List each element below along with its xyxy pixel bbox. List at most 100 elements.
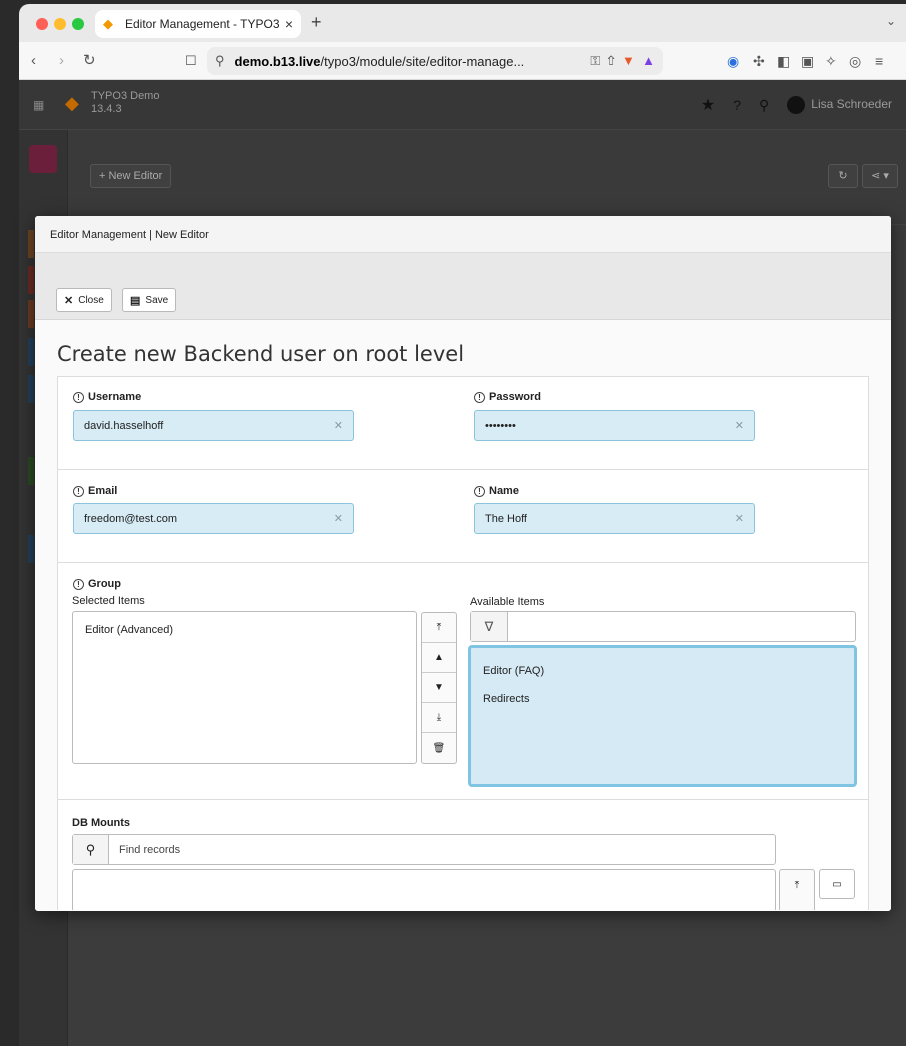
move-up-button[interactable]: ▲ (422, 643, 456, 673)
navigation-bar: ‹ › ↻ ☐ ⚲ demo.b13.live/typo3/module/sit… (19, 42, 906, 80)
list-item[interactable]: Editor (FAQ) (471, 657, 854, 685)
module-strip (28, 375, 34, 403)
available-items-label: Available Items (470, 596, 545, 608)
move-bottom-button[interactable]: ⤓ (422, 703, 456, 733)
db-mounts-label: DB Mounts (72, 817, 131, 829)
clear-icon[interactable]: ✕ (735, 419, 744, 432)
save-button[interactable]: ▤ Save (122, 288, 177, 312)
available-items-list[interactable]: Editor (FAQ) Redirects (468, 645, 857, 787)
search-icon: ⚲ (73, 835, 109, 864)
save-icon: ▤ (130, 294, 141, 307)
email-field[interactable]: freedom@test.com ✕ (73, 503, 354, 534)
maximize-window-button[interactable] (72, 18, 84, 30)
tab-title: Editor Management - TYPO3 | (125, 17, 279, 31)
back-icon[interactable]: ‹ (31, 52, 36, 70)
module-strip (28, 266, 34, 294)
new-editor-button[interactable]: + New Editor (90, 164, 172, 188)
username-field[interactable]: david.hasselhoff ✕ (73, 410, 354, 441)
selected-items-list[interactable]: Editor (Advanced) (72, 611, 417, 764)
share-button[interactable]: ⋖ ▾ (862, 164, 898, 188)
minimize-window-button[interactable] (54, 18, 66, 30)
email-label: ! Email (73, 485, 117, 497)
bookmark-star-icon[interactable]: ★ (701, 95, 715, 115)
modal-body: Create new Backend user on root level ! … (35, 320, 891, 910)
module-web-icon[interactable] (29, 145, 57, 173)
move-top-button[interactable]: ⤒ (422, 613, 456, 643)
required-icon: ! (474, 391, 485, 403)
username-label: ! Username (73, 391, 141, 403)
new-tab-icon[interactable]: + (311, 12, 322, 33)
close-window-button[interactable] (36, 18, 48, 30)
form-panel: ! Username david.hasselhoff ✕ ! Password… (57, 376, 869, 910)
module-strip (28, 230, 34, 258)
forward-icon[interactable]: › (59, 52, 64, 70)
tab-close-icon[interactable]: × (285, 16, 293, 32)
url-actions-icons[interactable]: ⚿ ⇧ ▼ ▲ (590, 53, 655, 69)
db-mounts-list[interactable] (72, 869, 776, 910)
bookmark-icon[interactable]: ☐ (185, 52, 197, 70)
required-icon: ! (73, 485, 84, 497)
find-records-input[interactable] (109, 835, 775, 864)
selected-items-label: Selected Items (72, 595, 145, 607)
typo3-logo: ◆ (65, 93, 79, 113)
menu-icon[interactable]: ≡ (875, 52, 883, 70)
browser-tab[interactable]: ◆ Editor Management - TYPO3 | × (95, 10, 301, 38)
db-mounts-search[interactable]: ⚲ (72, 834, 776, 865)
group-section: ! Group Selected Items Editor (Advanced)… (58, 563, 868, 800)
reload-button[interactable]: ↻ (828, 164, 858, 188)
toolbar-right: ★ ? ⚲ Lisa Schroeder (701, 95, 892, 115)
password-label: ! Password (474, 391, 541, 403)
group-actions: ⤒ ▲ ▼ ⤓ 🗑 (421, 612, 457, 764)
password-manager-icon[interactable]: ◉ (727, 52, 739, 70)
required-icon: ! (73, 391, 84, 403)
user-menu[interactable]: Lisa Schroeder (787, 96, 892, 114)
db-mounts-actions: ⤒ (779, 869, 815, 910)
modal-title: Editor Management | New Editor (35, 216, 891, 253)
move-down-button[interactable]: ▼ (422, 673, 456, 703)
required-icon: ! (73, 578, 84, 590)
search-icon[interactable]: ⚲ (759, 97, 769, 114)
typo3-docheader: + New Editor ↻ ⋖ ▾ (69, 130, 906, 225)
name-field[interactable]: The Hoff ✕ (474, 503, 755, 534)
module-strip (28, 300, 34, 328)
avatar (787, 96, 806, 114)
url-bar[interactable]: ⚲ demo.b13.live/typo3/module/site/editor… (207, 47, 663, 75)
wallet-icon[interactable]: ▣ (801, 52, 814, 70)
clear-icon[interactable]: ✕ (334, 419, 343, 432)
reload-icon[interactable]: ↻ (83, 52, 96, 70)
new-editor-modal: Editor Management | New Editor ✕ Close ▤… (35, 216, 891, 911)
available-filter[interactable]: ∇ (470, 611, 856, 642)
name-label: ! Name (474, 485, 519, 497)
tabs-menu-icon[interactable]: ⌄ (886, 14, 896, 28)
extensions-icon[interactable]: ✣ (753, 52, 765, 70)
close-button[interactable]: ✕ Close (56, 288, 112, 312)
list-item[interactable]: Redirects (471, 685, 854, 713)
vpn-icon[interactable]: ◎ (849, 52, 861, 70)
module-strip (28, 457, 34, 485)
required-icon: ! (474, 485, 485, 497)
filter-icon: ∇ (471, 612, 508, 641)
url-text[interactable]: demo.b13.live/typo3/module/site/editor-m… (235, 54, 591, 69)
module-menu-icon[interactable]: ▦ (33, 98, 44, 112)
module-strip (28, 338, 34, 366)
help-icon[interactable]: ? (733, 97, 741, 113)
group-label: ! Group (73, 578, 121, 590)
browse-records-button[interactable]: ▭ (819, 869, 855, 899)
page-title: Create new Backend user on root level (57, 342, 465, 366)
folder-icon: ▭ (832, 878, 842, 890)
sidebar-icon[interactable]: ◧ (777, 52, 790, 70)
contact-section: ! Email freedom@test.com ✕ ! Name The Ho… (58, 470, 868, 563)
credentials-section: ! Username david.hasselhoff ✕ ! Password… (58, 377, 868, 470)
ai-icon[interactable]: ✧ (825, 52, 837, 70)
move-top-button[interactable]: ⤒ (780, 870, 814, 900)
clear-icon[interactable]: ✕ (735, 512, 744, 525)
tab-bar: ◆ Editor Management - TYPO3 | × + ⌄ (19, 4, 906, 42)
password-field[interactable]: •••••••• ✕ (474, 410, 755, 441)
list-item[interactable]: Editor (Advanced) (73, 622, 416, 638)
site-settings-icon[interactable]: ⚲ (215, 53, 225, 69)
typo3-topbar: ▦ ◆ TYPO3 Demo 13.4.3 ★ ? ⚲ Lisa Schroed… (19, 80, 906, 130)
delete-icon[interactable]: 🗑 (422, 733, 456, 763)
site-info: TYPO3 Demo 13.4.3 (91, 90, 160, 115)
clear-icon[interactable]: ✕ (334, 512, 343, 525)
modal-toolbar: ✕ Close ▤ Save (35, 253, 891, 320)
